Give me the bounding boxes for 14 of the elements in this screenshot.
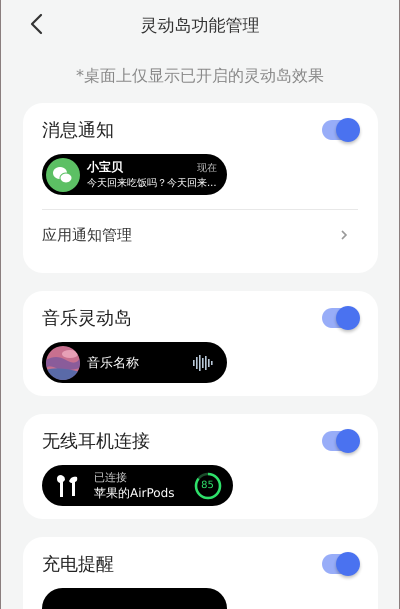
message-text: 今天回来吃饭吗？今天回来... — [87, 176, 217, 190]
time-text: 现在 — [197, 162, 217, 174]
battery-ring: 85 — [192, 470, 222, 500]
status-text: 已连接 — [94, 470, 128, 484]
section-title: 音乐灵动岛 — [42, 307, 132, 330]
sender-name: 小宝贝 — [87, 159, 123, 176]
section-title: 充电提醒 — [42, 553, 114, 576]
track-name: 音乐名称 — [87, 354, 140, 372]
device-name: 苹果的AirPods — [94, 484, 174, 502]
page-title: 灵动岛功能管理 — [140, 14, 260, 36]
section-title: 消息通知 — [42, 119, 114, 142]
settings-link[interactable]: 应用通知管理 — [42, 210, 358, 260]
section-title: 无线耳机连接 — [42, 430, 150, 453]
hint-text: *桌面上仅显示已开启的灵动岛效果 — [75, 66, 325, 87]
